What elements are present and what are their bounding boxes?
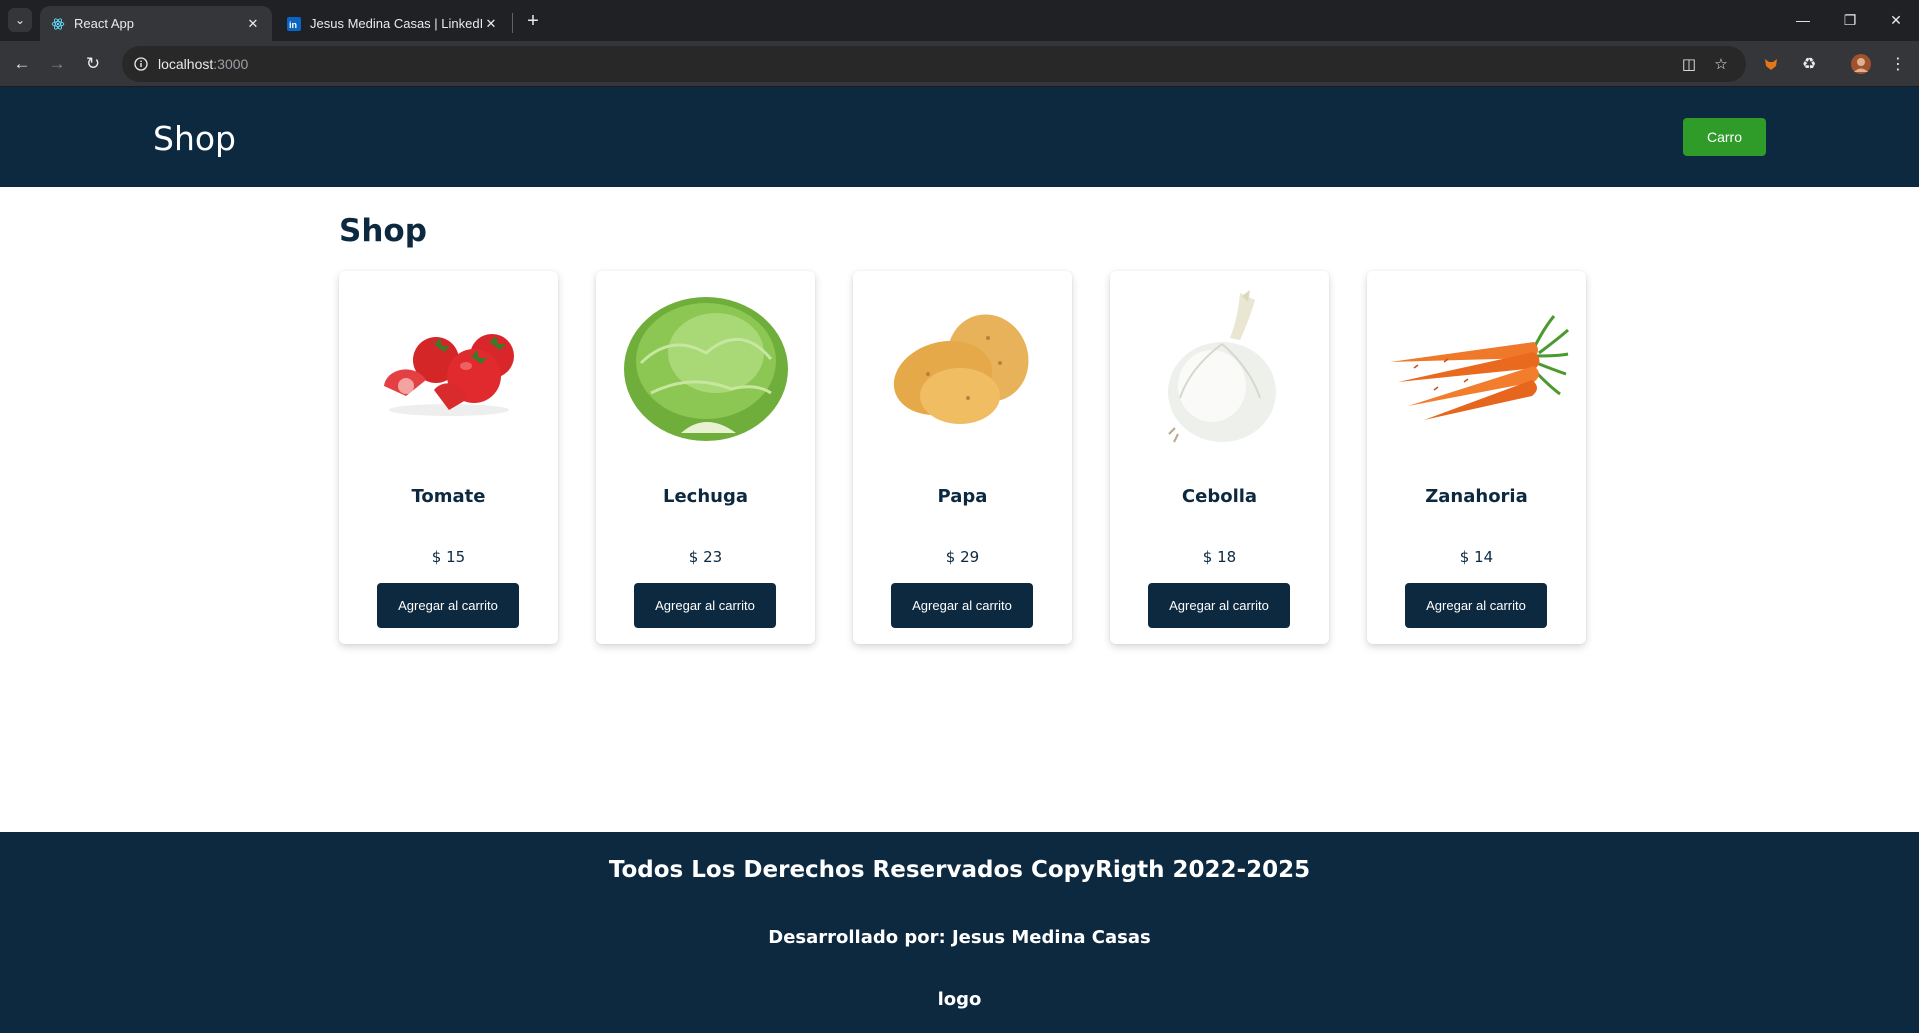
url-text: localhost:3000 <box>158 56 248 72</box>
tab-react-app[interactable]: React App ✕ <box>40 6 272 41</box>
product-price: $ 29 <box>945 548 980 566</box>
product-card: Tomate $ 15 Agregar al carrito <box>339 271 558 644</box>
more-menu-icon[interactable]: ⋮ <box>1885 51 1911 77</box>
install-app-icon[interactable]: ◫ <box>1678 53 1700 75</box>
tab-title: React App <box>74 16 134 31</box>
url-host: localhost <box>158 56 214 72</box>
profile-avatar-icon[interactable] <box>1848 51 1874 77</box>
tab-search-button[interactable]: ⌄ <box>8 8 32 32</box>
product-name: Papa <box>937 486 988 507</box>
tab-divider <box>512 13 513 33</box>
url-port: :3000 <box>213 56 249 72</box>
product-price: $ 18 <box>1202 548 1237 566</box>
product-name: Lechuga <box>662 486 748 507</box>
lettuce-image <box>606 283 805 453</box>
close-window-icon[interactable]: ✕ <box>1873 0 1919 40</box>
potato-image <box>863 283 1062 453</box>
footer: Todos Los Derechos Reservados CopyRigth … <box>0 832 1919 1033</box>
cart-button[interactable]: Carro <box>1683 118 1766 156</box>
extension-fox-icon[interactable] <box>1758 51 1784 77</box>
product-card: Zanahoria $ 14 Agregar al carrito <box>1367 271 1586 644</box>
product-name: Zanahoria <box>1425 486 1528 507</box>
footer-copyright: Todos Los Derechos Reservados CopyRigth … <box>608 857 1311 883</box>
back-arrow-icon[interactable]: ← <box>8 50 36 78</box>
product-name: Cebolla <box>1181 486 1258 507</box>
page-title: Shop <box>339 213 427 249</box>
restore-icon[interactable]: ❐ <box>1827 0 1873 40</box>
bookmark-star-icon[interactable]: ☆ <box>1710 53 1732 75</box>
add-to-cart-button[interactable]: Agregar al carrito <box>634 583 776 628</box>
new-tab-button[interactable]: + <box>520 8 546 34</box>
browser-tab-strip: ⌄ React App ✕ in Jesus Medina Casas | Li… <box>0 0 1919 41</box>
product-price: $ 14 <box>1459 548 1494 566</box>
tab-title: Jesus Medina Casas | LinkedIn <box>310 16 482 31</box>
product-list: Tomate $ 15 Agregar al carrito Lechuga $… <box>339 271 1586 644</box>
carrot-image <box>1377 283 1576 453</box>
extensions-puzzle-icon[interactable]: ♻ <box>1796 51 1822 77</box>
close-tab-icon[interactable]: ✕ <box>482 15 500 33</box>
reload-icon[interactable]: ↻ <box>79 50 107 78</box>
product-card: Papa $ 29 Agregar al carrito <box>853 271 1072 644</box>
chevron-down-icon: ⌄ <box>14 13 26 27</box>
react-icon <box>50 16 66 32</box>
add-to-cart-button[interactable]: Agregar al carrito <box>1405 583 1547 628</box>
add-to-cart-button[interactable]: Agregar al carrito <box>1148 583 1290 628</box>
product-name: Tomate <box>411 486 486 507</box>
tab-linkedin[interactable]: in Jesus Medina Casas | LinkedIn ✕ <box>276 6 510 41</box>
app-header: Shop Carro <box>0 87 1919 187</box>
product-price: $ 23 <box>688 548 723 566</box>
forward-arrow-icon[interactable]: → <box>43 50 71 78</box>
tomato-image <box>349 283 548 453</box>
linkedin-icon: in <box>286 16 302 32</box>
svg-text:in: in <box>289 20 297 30</box>
address-bar[interactable]: localhost:3000 ◫ ☆ <box>122 46 1746 82</box>
browser-toolbar: ← → ↻ localhost:3000 ◫ ☆ ♻ ⋮ <box>0 41 1919 87</box>
onion-image <box>1120 283 1319 453</box>
add-to-cart-button[interactable]: Agregar al carrito <box>377 583 519 628</box>
add-to-cart-button[interactable]: Agregar al carrito <box>891 583 1033 628</box>
footer-developer: Desarrollado por: Jesus Medina Casas <box>768 927 1151 948</box>
product-card: Lechuga $ 23 Agregar al carrito <box>596 271 815 644</box>
product-card: Cebolla $ 18 Agregar al carrito <box>1110 271 1329 644</box>
site-info-icon[interactable] <box>130 53 152 75</box>
minimize-icon[interactable]: — <box>1780 0 1826 40</box>
close-tab-icon[interactable]: ✕ <box>244 15 262 33</box>
brand-title: Shop <box>153 119 236 158</box>
footer-logo: logo <box>937 989 982 1010</box>
product-price: $ 15 <box>431 548 466 566</box>
